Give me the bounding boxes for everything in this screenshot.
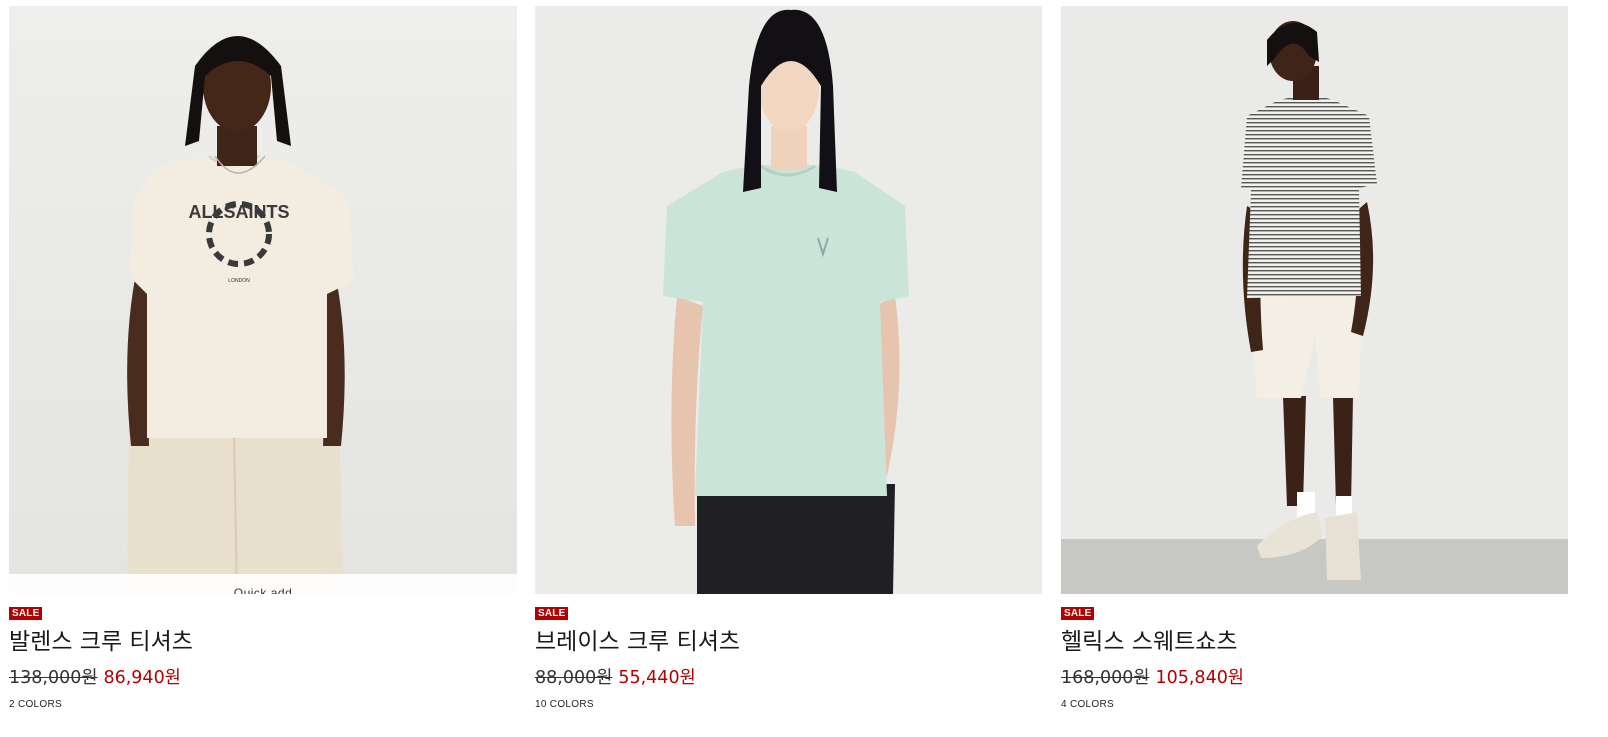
product-card[interactable] (1061, 6, 1568, 594)
shirt-print-text: ALLSAINTS (189, 202, 290, 222)
price-row: 88,000원 55,440원 (535, 664, 696, 689)
sale-badge: SALE (9, 607, 43, 620)
product-photo-illustration (535, 6, 1042, 594)
price-row: 138,000원 86,940원 (9, 664, 181, 689)
original-price: 138,000원 (9, 668, 98, 688)
quick-add-label[interactable]: Quick add (234, 586, 293, 594)
color-count[interactable]: 10 COLORS (535, 699, 594, 710)
sale-badge: SALE (1061, 607, 1095, 620)
product-name[interactable]: 발렌스 크루 티셔츠 (9, 622, 193, 656)
product-name[interactable]: 브레이스 크루 티셔츠 (535, 622, 740, 656)
product-card[interactable]: ALLSAINTS LONDON Quick add (9, 6, 517, 594)
product-image[interactable]: ALLSAINTS LONDON Quick add (9, 6, 517, 594)
quick-add-bar[interactable]: Quick add (9, 574, 517, 594)
original-price: 168,000원 (1061, 668, 1150, 688)
product-photo-illustration: ALLSAINTS LONDON (9, 6, 517, 594)
product-grid: ALLSAINTS LONDON Quick add SALE 발렌스 크루 티… (0, 0, 1608, 737)
product-card[interactable] (535, 6, 1042, 594)
price-row: 168,000원 105,840원 (1061, 664, 1244, 689)
product-image[interactable] (1061, 6, 1568, 594)
original-price: 88,000원 (535, 668, 613, 688)
sale-price: 105,840원 (1155, 668, 1244, 688)
product-name[interactable]: 헬릭스 스웨트쇼츠 (1061, 622, 1238, 656)
product-image[interactable] (535, 6, 1042, 594)
sale-price: 86,940원 (103, 668, 181, 688)
sale-price: 55,440원 (618, 668, 696, 688)
shirt-print-subtext: LONDON (228, 278, 250, 284)
color-count[interactable]: 2 COLORS (9, 699, 62, 710)
color-count[interactable]: 4 COLORS (1061, 699, 1114, 710)
sale-badge: SALE (535, 607, 569, 620)
product-photo-illustration (1061, 6, 1568, 594)
